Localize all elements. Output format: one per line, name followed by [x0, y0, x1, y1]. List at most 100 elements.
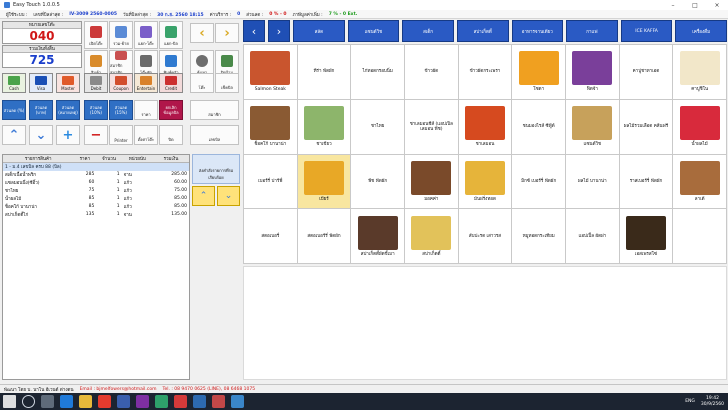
table-row[interactable]: ช็อคโก้ บานาน่า 85 1 แก้ว 85.00 [3, 203, 189, 211]
discount-baht-button[interactable]: ส่วนลด (บาท) [29, 100, 53, 120]
app-icon[interactable] [155, 395, 168, 408]
table-row[interactable]: น้ำผลไม้ 85 1 แก้ว 85.00 [3, 195, 189, 203]
search-icon[interactable] [22, 395, 35, 408]
category-next-button[interactable]: › [268, 20, 290, 42]
menu-item[interactable]: ลาเต้ [673, 154, 726, 209]
menu-item[interactable]: ข้าวผัด [405, 45, 458, 99]
clock[interactable]: 19:42 30/9/2560 [701, 396, 724, 408]
table-row[interactable]: แซลมอนนึ่ง(ซีอิ้ว) 60 1 แก้ว 60.00 [3, 179, 189, 187]
entertain-button[interactable]: Entertain [134, 73, 158, 93]
group-row[interactable]: 1 - ม.4 เลขบิล ครบ 88 (บิล) [3, 162, 189, 171]
menu-item[interactable]: สับปะรด เสาวรส [458, 209, 512, 263]
table-row[interactable]: สเต็กเนื้อน้ำพริก 285 1 จาน 285.00 [3, 171, 189, 179]
plus-button[interactable]: + [56, 125, 80, 145]
menu-item[interactable]: มอคค่า [405, 154, 458, 209]
price-button[interactable]: ราคา [134, 100, 158, 120]
tab-category-5[interactable]: กาแฟ [566, 20, 618, 42]
menu-item[interactable]: ข้าวผัดกระเพรา [458, 45, 512, 99]
maximize-icon[interactable]: □ [684, 0, 706, 10]
chrome-icon[interactable] [98, 395, 111, 408]
tab-category-4[interactable]: อาหารจานเดียว [511, 20, 564, 42]
menu-item[interactable]: ชาไทย [351, 99, 404, 154]
discount-percent-button[interactable]: ส่วนลด (%) [2, 100, 26, 120]
minus-button[interactable]: − [84, 125, 108, 145]
menu-item[interactable]: ราสเบอร์รี่ ฟัดผัก [619, 154, 673, 209]
table-setting-button[interactable]: ตั้งค่าโต๊ะ [134, 125, 158, 145]
windows-start-icon[interactable] [3, 395, 16, 408]
menu-item[interactable]: โซดา [512, 45, 565, 99]
send-order-button[interactable]: ส่งคำสั่งรายการที่รอเรียบร้อย [192, 154, 240, 184]
table-button[interactable]: โต๊ะ [190, 73, 214, 93]
menu-item[interactable]: เอสเพรสโซ่ [619, 209, 673, 263]
bill-log-button[interactable]: เลขบิล [190, 125, 239, 145]
open-table-button[interactable]: เปิดโต๊ะ [84, 21, 108, 49]
menu-item[interactable]: หมูทอดกระเทียม [512, 209, 565, 263]
tab-category-7[interactable]: เครื่องดื่ม [675, 20, 727, 42]
checkbill-button[interactable]: เช็คบิล [215, 73, 239, 93]
menu-item[interactable]: ช็อคโก้ บานาน่า [244, 99, 297, 154]
menu-item[interactable]: ทีร่า ฟัดผัก [297, 45, 351, 99]
menu-item[interactable]: ชนมองไรส์ ซีฟู้ด์ [512, 99, 565, 154]
menu-item[interactable]: ฟิตจ้า [566, 45, 619, 99]
close-button[interactable]: ปิด [159, 125, 183, 145]
app-icon[interactable] [231, 395, 244, 408]
split-bill-button[interactable]: แยก-บิล [159, 21, 183, 49]
cancel-bill-button[interactable]: ยกเลิก ข้อมูลบิล [159, 100, 183, 120]
menu-item[interactable]: ผลไม้ บานาน่า [566, 154, 619, 209]
discount-15-button[interactable]: ส่วนลด (15%) [109, 100, 133, 120]
app-icon[interactable] [174, 395, 187, 408]
tab-category-3[interactable]: สปาเก็ตตี้ [456, 20, 509, 42]
menu-item[interactable]: น้ำผลไม้ [673, 99, 726, 154]
file-explorer-icon[interactable] [79, 395, 92, 408]
app-icon[interactable] [136, 395, 149, 408]
debit-button[interactable]: Debit [84, 73, 108, 93]
minimize-icon[interactable]: – [662, 0, 684, 10]
master-button[interactable]: Master [56, 73, 80, 93]
menu-item[interactable]: สปาเก็ตตี้ [405, 209, 458, 263]
discount-note-button[interactable]: ส่วนลด (หมายเหตุ) [56, 100, 80, 120]
menu-item[interactable]: ผลไม้รวมเลือด คลีนฟรี [619, 99, 673, 154]
menu-item[interactable]: เบียร์ [297, 154, 351, 209]
menu-item[interactable]: สตอเบอร์รี่ ฟัดผัก [297, 209, 351, 263]
up-arrow-button[interactable]: ⌃ [2, 125, 26, 145]
scroll-down-button[interactable]: ⌄ [217, 186, 240, 206]
tab-category-2[interactable]: สเต็ก [402, 20, 454, 42]
menu-item[interactable]: ชาเลมอน [458, 99, 512, 154]
tab-category-6[interactable]: ICE KAFFA [620, 20, 673, 42]
next-arrow-button[interactable]: › [215, 23, 239, 43]
discount-10-button[interactable]: ส่วนลด (10%) [84, 100, 108, 120]
language-indicator[interactable]: ENG [685, 399, 695, 404]
menu-item[interactable]: เบอร์รี่ ปาร์ฟี่ [244, 154, 297, 209]
prev-arrow-button[interactable]: ‹ [190, 23, 214, 43]
menu-item[interactable]: มันฝรั่งทอด [458, 154, 512, 209]
edge-icon[interactable] [60, 395, 73, 408]
menu-item[interactable]: พีช ฟัดผัก [351, 154, 404, 209]
menu-item[interactable]: แอปเปิ้ล ผัดฝา [566, 209, 619, 263]
menu-item[interactable]: สตอเบอรี่ [244, 209, 297, 263]
coupon-button[interactable]: Coupon [109, 73, 133, 93]
task-view-icon[interactable] [41, 395, 54, 408]
down-arrow-button[interactable]: ⌄ [29, 125, 53, 145]
app-icon[interactable] [193, 395, 206, 408]
cash-button[interactable]: Cash [2, 73, 26, 93]
table-row[interactable]: ชาไทย 75 1 แก้ว 75.00 [3, 187, 189, 195]
app-icon[interactable] [117, 395, 130, 408]
scroll-up-button[interactable]: ⌃ [192, 186, 215, 206]
menu-item[interactable]: สปาเก็ตตี้ผัดขี้เมา [351, 209, 404, 263]
menu-item[interactable]: คาปูชิโน [673, 45, 726, 99]
menu-item[interactable]: แซนด์วิช [566, 99, 619, 154]
category-prev-button[interactable]: ‹ [243, 20, 265, 42]
merge-table-button[interactable]: รวม-ย้าย [109, 21, 133, 49]
menu-item[interactable]: Salmon Steak [244, 45, 297, 99]
table-row[interactable]: สปาเก็ตตี้ไก่ 135 1 จาน 135.00 [3, 211, 189, 219]
app-icon[interactable] [212, 395, 225, 408]
tab-category-0[interactable]: สลัด [293, 20, 345, 42]
printer-button[interactable]: Printer [109, 125, 133, 145]
menu-item[interactable]: ชาเลมอนชีส์ (แอปเปิล เลมอน พีช) [405, 99, 458, 154]
visa-button[interactable]: Visa [29, 73, 53, 93]
tab-category-1[interactable]: แซนด์วิช [347, 20, 400, 42]
menu-item[interactable] [673, 209, 726, 263]
menu-item[interactable]: คาปูชาทาเอด [619, 45, 673, 99]
member-button[interactable]: สมาชิก [190, 100, 239, 120]
menu-item[interactable]: มิกซ์ เบอร์รี่ ฟัดผัก [512, 154, 565, 209]
